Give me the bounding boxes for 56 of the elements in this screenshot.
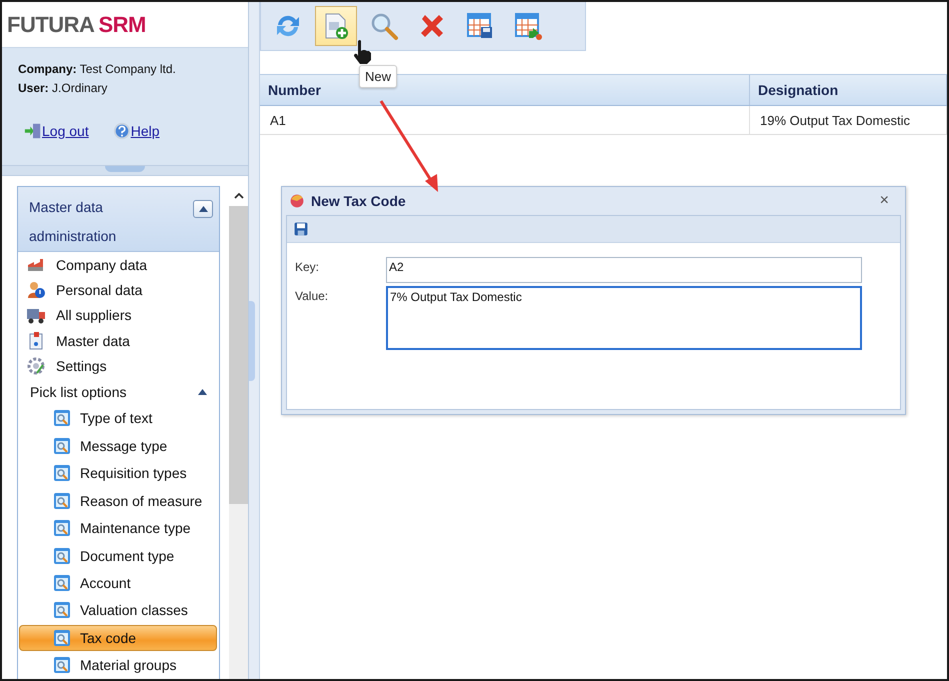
- group-header[interactable]: Pick list options: [18, 378, 220, 405]
- nav-item[interactable]: Valuation classes: [19, 598, 218, 624]
- nav-item[interactable]: Message type: [19, 433, 218, 459]
- field-label: Value:: [295, 288, 330, 305]
- nav-item[interactable]: Maintenance type: [19, 515, 218, 541]
- list-search-icon: [52, 408, 72, 428]
- value-textarea[interactable]: 7% Output Tax Domestic: [386, 286, 862, 350]
- dialog-title: New Tax Code: [311, 193, 407, 209]
- list-search-icon: [52, 572, 72, 593]
- panel-title: Master data administration: [29, 198, 118, 246]
- close-button[interactable]: ×: [868, 192, 901, 210]
- nav-item[interactable]: Material groups: [19, 652, 218, 678]
- list-search-icon: [52, 628, 72, 648]
- caret-icon: [198, 206, 208, 212]
- column-header[interactable]: Designation: [750, 75, 947, 105]
- user-text: User: J.Ordinary: [18, 80, 108, 97]
- scroll-up-icon[interactable]: [234, 193, 244, 199]
- nav-item[interactable]: All suppliers: [18, 302, 220, 328]
- scrollbar[interactable]: [229, 186, 248, 679]
- app-icon: [289, 193, 305, 209]
- help-link[interactable]: Help: [112, 122, 160, 140]
- help-icon: [112, 122, 131, 140]
- save-icon: [293, 221, 309, 237]
- table-cell: A1: [260, 106, 750, 134]
- table-cell: 19% Output Tax Domestic: [750, 106, 947, 134]
- hand-cursor-icon: [352, 39, 374, 65]
- logout-icon: [24, 122, 42, 140]
- new-button[interactable]: [315, 6, 357, 46]
- nav-item[interactable]: Reason of measure: [19, 488, 218, 514]
- nav-item[interactable]: Account: [19, 570, 218, 596]
- tooltip: New: [359, 65, 398, 88]
- nav-item[interactable]: Type of text: [19, 406, 218, 432]
- list-search-icon: [52, 600, 72, 620]
- nav-item[interactable]: Master data: [18, 328, 220, 354]
- list-search-icon: [52, 436, 72, 456]
- gear-icon: [26, 356, 46, 376]
- company-text: Company: Test Company ltd.: [18, 61, 177, 78]
- list-search-icon: [52, 463, 72, 484]
- search-icon: [369, 11, 399, 41]
- nav-item[interactable]: Tax code: [19, 625, 218, 651]
- collapse-button[interactable]: [193, 200, 214, 218]
- key-input[interactable]: A2: [386, 257, 862, 283]
- nav-item[interactable]: Company data: [18, 252, 220, 278]
- nav-item[interactable]: Settings: [18, 353, 220, 378]
- field-label: Key:: [295, 259, 320, 276]
- nav-item[interactable]: Document type: [19, 542, 218, 568]
- nav-item[interactable]: Personal data: [18, 277, 220, 303]
- person-icon: [26, 280, 46, 300]
- caret-icon: [198, 388, 208, 395]
- logo: FUTURA SRM: [6, 10, 147, 38]
- list-search-icon: [52, 546, 72, 566]
- logout-link[interactable]: Log out: [24, 122, 89, 140]
- list-search-icon: [52, 490, 72, 511]
- nav-item[interactable]: Requisition types: [19, 460, 218, 486]
- list-search-icon: [52, 518, 72, 538]
- list-search-icon: [52, 655, 72, 676]
